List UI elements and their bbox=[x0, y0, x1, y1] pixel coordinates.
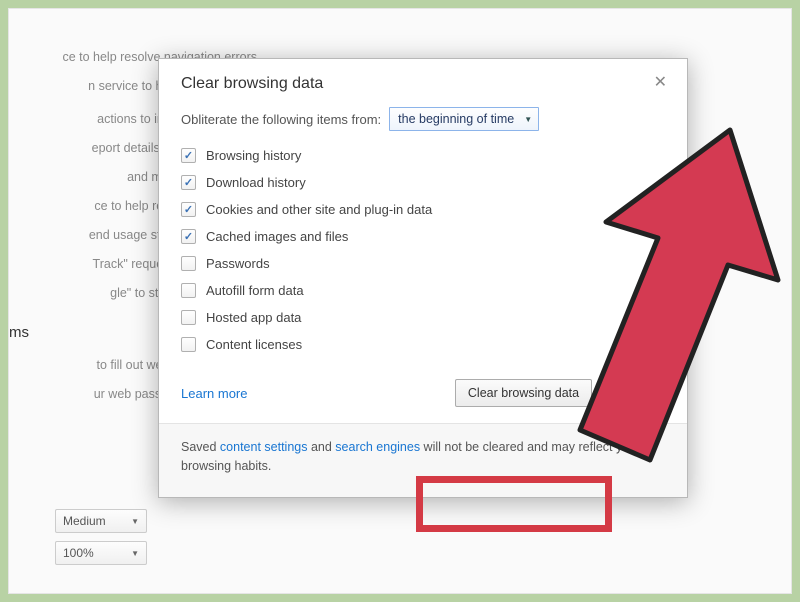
clear-item-row: Cached images and files bbox=[181, 224, 665, 249]
clear-item-row: Autofill form data bbox=[181, 278, 665, 303]
learn-more-link[interactable]: Learn more bbox=[181, 386, 247, 401]
clear-item-row: Cookies and other site and plug-in data bbox=[181, 197, 665, 222]
checkbox[interactable] bbox=[181, 283, 196, 298]
checkbox[interactable] bbox=[181, 175, 196, 190]
checkbox[interactable] bbox=[181, 148, 196, 163]
clear-item-label: Cached images and files bbox=[206, 229, 348, 244]
close-icon[interactable]: ✕ bbox=[654, 75, 667, 91]
checkbox[interactable] bbox=[181, 229, 196, 244]
checkbox[interactable] bbox=[181, 337, 196, 352]
time-range-select[interactable]: the beginning of time ▼ bbox=[389, 107, 539, 131]
checkbox[interactable] bbox=[181, 256, 196, 271]
content-settings-link[interactable]: content settings bbox=[220, 440, 308, 454]
clear-item-label: Content licenses bbox=[206, 337, 302, 352]
clear-item-label: Download history bbox=[206, 175, 306, 190]
chevron-down-icon: ▼ bbox=[131, 517, 139, 526]
clear-item-label: Passwords bbox=[206, 256, 270, 271]
clear-item-label: Browsing history bbox=[206, 148, 301, 163]
clear-item-label: Hosted app data bbox=[206, 310, 301, 325]
obliterate-label: Obliterate the following items from: bbox=[181, 112, 381, 127]
page-zoom-select[interactable]: 100%▼ bbox=[55, 541, 147, 565]
dialog-title: Clear browsing data bbox=[181, 75, 323, 93]
checkbox[interactable] bbox=[181, 202, 196, 217]
clear-item-row: Hosted app data bbox=[181, 305, 665, 330]
chevron-down-icon: ▼ bbox=[131, 549, 139, 558]
chevron-down-icon: ▼ bbox=[524, 115, 532, 124]
clear-item-row: Download history bbox=[181, 170, 665, 195]
cancel-button[interactable]: Cancel bbox=[600, 379, 665, 407]
search-engines-link[interactable]: search engines bbox=[335, 440, 420, 454]
font-size-select[interactable]: Medium▼ bbox=[55, 509, 147, 533]
clear-item-row: Browsing history bbox=[181, 143, 665, 168]
checkbox[interactable] bbox=[181, 310, 196, 325]
clear-item-row: Passwords bbox=[181, 251, 665, 276]
clear-item-label: Autofill form data bbox=[206, 283, 304, 298]
clear-item-row: Content licenses bbox=[181, 332, 665, 357]
dialog-footer-note: Saved content settings and search engine… bbox=[159, 423, 687, 497]
clear-browsing-data-button[interactable]: Clear browsing data bbox=[455, 379, 592, 407]
clear-item-label: Cookies and other site and plug-in data bbox=[206, 202, 432, 217]
clear-browsing-data-dialog: Clear browsing data ✕ Obliterate the fol… bbox=[158, 58, 688, 498]
